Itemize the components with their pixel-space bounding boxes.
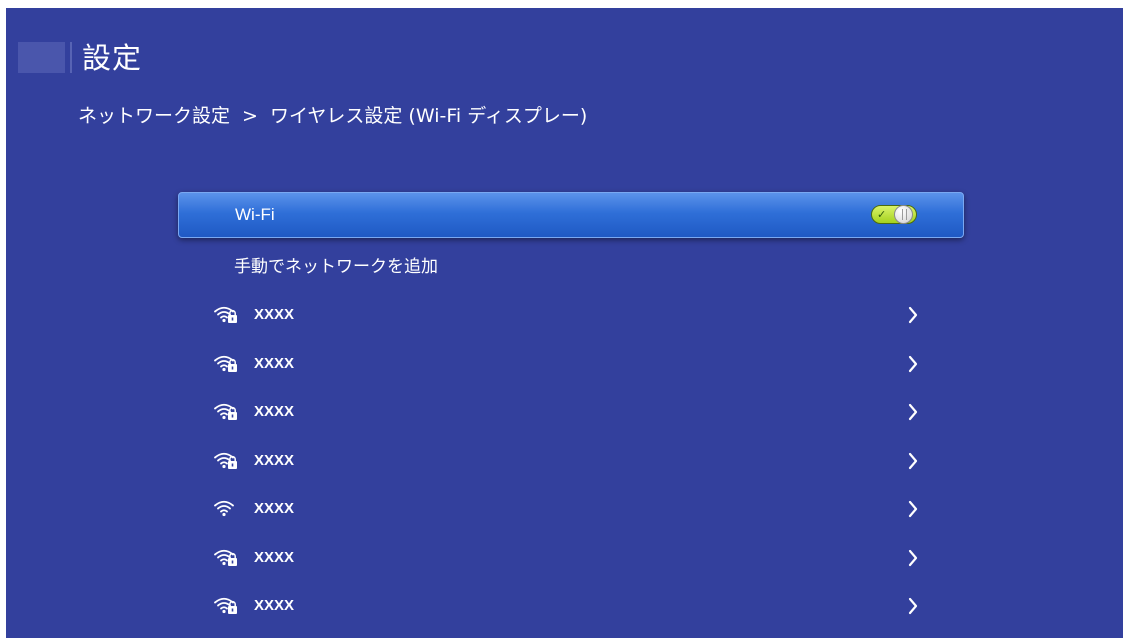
network-item[interactable]: XXXX bbox=[178, 589, 962, 623]
breadcrumb-current: ワイヤレス設定 (Wi-Fi ディスプレー) bbox=[269, 105, 588, 127]
wifi-locked-icon bbox=[214, 354, 238, 374]
network-name: XXXX bbox=[254, 451, 295, 469]
wifi-locked-icon bbox=[214, 402, 238, 422]
breadcrumb-separator: > bbox=[242, 105, 258, 127]
network-item[interactable]: XXXX bbox=[178, 444, 962, 478]
check-icon: ✓ bbox=[877, 208, 887, 221]
wifi-locked-icon bbox=[214, 596, 238, 616]
page-title: 設定 bbox=[82, 41, 143, 75]
settings-screen: 設定 ネットワーク設定 > ワイヤレス設定 (Wi-Fi ディスプレー) Wi-Fi… bbox=[6, 8, 1123, 638]
breadcrumb-parent: ネットワーク設定 bbox=[78, 105, 231, 127]
breadcrumb: ネットワーク設定 > ワイヤレス設定 (Wi-Fi ディスプレー) bbox=[78, 103, 587, 129]
chevron-right-icon bbox=[907, 500, 919, 518]
network-item[interactable]: XXXX bbox=[178, 395, 962, 429]
network-item[interactable]: XXXX bbox=[178, 492, 962, 526]
wifi-locked-icon bbox=[214, 451, 238, 471]
header-divider bbox=[70, 42, 72, 73]
wifi-icon bbox=[214, 499, 238, 519]
wifi-toggle-label: Wi-Fi bbox=[235, 205, 275, 224]
chevron-right-icon bbox=[907, 403, 919, 421]
wifi-locked-icon bbox=[214, 305, 238, 325]
network-name: XXXX bbox=[254, 500, 295, 517]
network-name: XXXX bbox=[254, 403, 295, 420]
network-name: XXXX bbox=[254, 597, 295, 614]
network-item[interactable]: XXXX bbox=[178, 298, 962, 332]
wifi-toggle-switch[interactable]: ✓ bbox=[871, 205, 917, 224]
network-item[interactable]: XXXX bbox=[178, 541, 962, 575]
chevron-right-icon bbox=[907, 549, 919, 567]
chevron-right-icon bbox=[907, 597, 919, 615]
network-name: XXXX bbox=[254, 548, 295, 566]
chevron-right-icon bbox=[907, 355, 919, 373]
toggle-knob[interactable] bbox=[894, 205, 913, 224]
logo-placeholder bbox=[18, 42, 65, 73]
network-name: XXXX bbox=[254, 354, 295, 372]
chevron-right-icon bbox=[907, 452, 919, 470]
wifi-locked-icon bbox=[214, 548, 238, 568]
network-name: XXXX bbox=[254, 306, 295, 323]
network-item[interactable]: XXXX bbox=[178, 347, 962, 381]
chevron-right-icon bbox=[907, 306, 919, 324]
add-network-manually-item[interactable]: 手動でネットワークを追加 bbox=[234, 256, 438, 278]
wifi-toggle-row[interactable]: Wi-Fi ✓ bbox=[178, 192, 964, 238]
